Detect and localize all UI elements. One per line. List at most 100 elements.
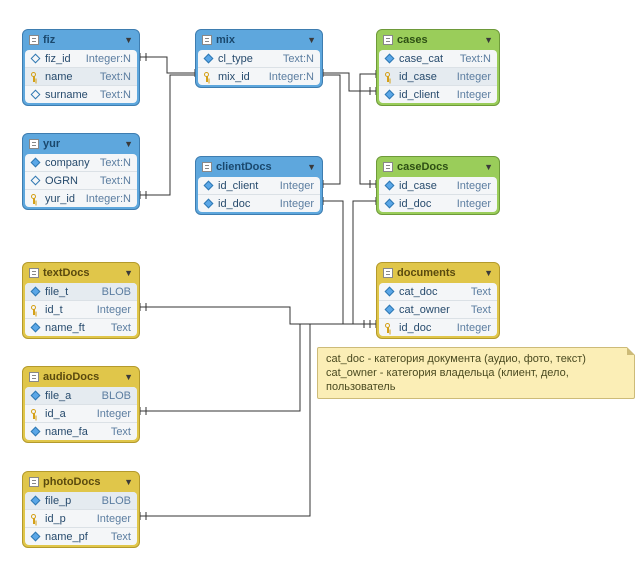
field-row[interactable]: id_clientInteger bbox=[198, 177, 320, 194]
field-row[interactable]: cat_docText bbox=[379, 283, 497, 300]
entity-fiz[interactable]: fiz ▼ fiz_idInteger:N nameText:N surname… bbox=[22, 29, 140, 106]
field-row[interactable]: yur_idInteger:N bbox=[25, 189, 137, 207]
table-icon bbox=[29, 139, 39, 149]
chevron-down-icon: ▼ bbox=[124, 477, 133, 487]
field-icon bbox=[29, 175, 41, 187]
entity-textdocs[interactable]: textDocs ▼ file_tBLOB id_tInteger name_f… bbox=[22, 262, 140, 339]
field-row[interactable]: id_tInteger bbox=[25, 300, 137, 318]
field-row[interactable]: id_docInteger bbox=[198, 194, 320, 212]
field-row[interactable]: id_caseInteger bbox=[379, 67, 497, 85]
field-row[interactable]: id_pInteger bbox=[25, 509, 137, 527]
field-row[interactable]: name_ftText bbox=[25, 318, 137, 336]
chevron-down-icon: ▼ bbox=[124, 139, 133, 149]
key-icon bbox=[383, 322, 395, 334]
note-line: cat_owner - категория владельца (клиент,… bbox=[326, 366, 626, 394]
entity-header[interactable]: clientDocs ▼ bbox=[198, 159, 320, 177]
entity-photodocs[interactable]: photoDocs ▼ file_pBLOB id_pInteger name_… bbox=[22, 471, 140, 548]
chevron-down-icon: ▼ bbox=[484, 162, 493, 172]
field-icon bbox=[383, 304, 395, 316]
chevron-down-icon: ▼ bbox=[307, 35, 316, 45]
chevron-down-icon: ▼ bbox=[124, 35, 133, 45]
field-icon bbox=[29, 426, 41, 438]
field-row[interactable]: fiz_idInteger:N bbox=[25, 50, 137, 67]
entity-title: mix bbox=[216, 34, 307, 46]
note-line: cat_doc - категория документа (аудио, фо… bbox=[326, 352, 626, 366]
chevron-down-icon: ▼ bbox=[484, 268, 493, 278]
field-row[interactable]: companyText:N bbox=[25, 154, 137, 171]
chevron-down-icon: ▼ bbox=[124, 268, 133, 278]
table-icon bbox=[29, 477, 39, 487]
entity-title: photoDocs bbox=[43, 476, 124, 488]
field-icon bbox=[29, 53, 41, 65]
entity-header[interactable]: audioDocs ▼ bbox=[25, 369, 137, 387]
table-icon bbox=[29, 35, 39, 45]
entity-title: audioDocs bbox=[43, 371, 124, 383]
field-row[interactable]: cat_ownerText bbox=[379, 300, 497, 318]
entity-title: yur bbox=[43, 138, 124, 150]
entity-header[interactable]: caseDocs ▼ bbox=[379, 159, 497, 177]
field-icon bbox=[29, 322, 41, 334]
entity-casedocs[interactable]: caseDocs ▼ id_caseInteger id_docInteger bbox=[376, 156, 500, 215]
entity-title: clientDocs bbox=[216, 161, 307, 173]
field-row[interactable]: case_catText:N bbox=[379, 50, 497, 67]
table-icon bbox=[29, 268, 39, 278]
field-icon bbox=[29, 286, 41, 298]
field-row[interactable]: surnameText:N bbox=[25, 85, 137, 103]
entity-title: caseDocs bbox=[397, 161, 484, 173]
table-icon bbox=[383, 268, 393, 278]
entity-header[interactable]: mix ▼ bbox=[198, 32, 320, 50]
key-icon bbox=[29, 513, 41, 525]
field-row[interactable]: id_aInteger bbox=[25, 404, 137, 422]
entity-header[interactable]: cases ▼ bbox=[379, 32, 497, 50]
table-icon bbox=[383, 35, 393, 45]
entity-yur[interactable]: yur ▼ companyText:N OGRNText:N yur_idInt… bbox=[22, 133, 140, 210]
field-row[interactable]: id_docInteger bbox=[379, 318, 497, 336]
field-row[interactable]: cl_typeText:N bbox=[198, 50, 320, 67]
field-icon bbox=[383, 180, 395, 192]
key-icon bbox=[202, 71, 214, 83]
chevron-down-icon: ▼ bbox=[307, 162, 316, 172]
entity-title: documents bbox=[397, 267, 484, 279]
field-icon bbox=[383, 286, 395, 298]
key-icon bbox=[29, 408, 41, 420]
field-row[interactable]: name_pfText bbox=[25, 527, 137, 545]
field-icon bbox=[29, 531, 41, 543]
entity-audiodocs[interactable]: audioDocs ▼ file_aBLOB id_aInteger name_… bbox=[22, 366, 140, 443]
field-icon bbox=[383, 89, 395, 101]
field-icon bbox=[202, 180, 214, 192]
field-icon bbox=[202, 53, 214, 65]
field-icon bbox=[202, 198, 214, 210]
entity-documents[interactable]: documents ▼ cat_docText cat_ownerText id… bbox=[376, 262, 500, 339]
entity-title: cases bbox=[397, 34, 484, 46]
field-icon bbox=[29, 390, 41, 402]
entity-header[interactable]: documents ▼ bbox=[379, 265, 497, 283]
field-row[interactable]: mix_idInteger:N bbox=[198, 67, 320, 85]
field-icon bbox=[383, 53, 395, 65]
entity-cases[interactable]: cases ▼ case_catText:N id_caseInteger id… bbox=[376, 29, 500, 106]
entity-header[interactable]: photoDocs ▼ bbox=[25, 474, 137, 492]
field-row[interactable]: OGRNText:N bbox=[25, 171, 137, 189]
field-row[interactable]: file_pBLOB bbox=[25, 492, 137, 509]
table-icon bbox=[29, 372, 39, 382]
entity-title: textDocs bbox=[43, 267, 124, 279]
field-row[interactable]: id_caseInteger bbox=[379, 177, 497, 194]
table-icon bbox=[202, 162, 212, 172]
field-row[interactable]: file_aBLOB bbox=[25, 387, 137, 404]
field-row[interactable]: id_clientInteger bbox=[379, 85, 497, 103]
field-row[interactable]: id_docInteger bbox=[379, 194, 497, 212]
chevron-down-icon: ▼ bbox=[124, 372, 133, 382]
field-icon bbox=[29, 89, 41, 101]
entity-mix[interactable]: mix ▼ cl_typeText:N mix_idInteger:N bbox=[195, 29, 323, 88]
annotation-note[interactable]: cat_doc - категория документа (аудио, фо… bbox=[317, 347, 635, 399]
key-icon bbox=[383, 71, 395, 83]
entity-header[interactable]: fiz ▼ bbox=[25, 32, 137, 50]
entity-clientdocs[interactable]: clientDocs ▼ id_clientInteger id_docInte… bbox=[195, 156, 323, 215]
field-row[interactable]: name_faText bbox=[25, 422, 137, 440]
entity-title: fiz bbox=[43, 34, 124, 46]
entity-header[interactable]: yur ▼ bbox=[25, 136, 137, 154]
field-row[interactable]: file_tBLOB bbox=[25, 283, 137, 300]
field-icon bbox=[383, 198, 395, 210]
table-icon bbox=[383, 162, 393, 172]
entity-header[interactable]: textDocs ▼ bbox=[25, 265, 137, 283]
field-row[interactable]: nameText:N bbox=[25, 67, 137, 85]
